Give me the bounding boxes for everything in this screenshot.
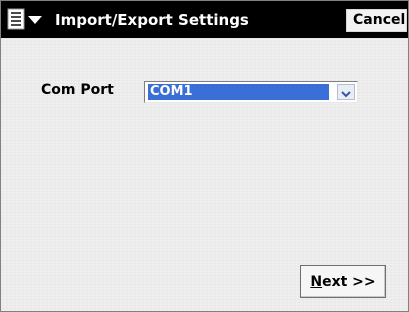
chevron-down-icon <box>28 15 42 25</box>
title-bar: Import/Export Settings Cancel <box>1 1 408 38</box>
window-title: Import/Export Settings <box>55 11 249 29</box>
com-port-selected-value: COM1 <box>148 84 329 100</box>
next-button[interactable]: Next >> <box>300 265 386 298</box>
next-button-label: ext >> <box>322 273 376 290</box>
chevron-down-icon <box>341 83 351 102</box>
app-window: Import/Export Settings Cancel Com Port C… <box>0 0 409 312</box>
next-accelerator-letter: N <box>310 273 323 290</box>
start-menu-button[interactable] <box>7 8 45 32</box>
com-port-dropdown[interactable]: COM1 <box>144 81 358 103</box>
cancel-button[interactable]: Cancel <box>346 9 407 32</box>
com-port-label: Com Port <box>41 82 114 98</box>
dropdown-button[interactable] <box>337 84 355 100</box>
